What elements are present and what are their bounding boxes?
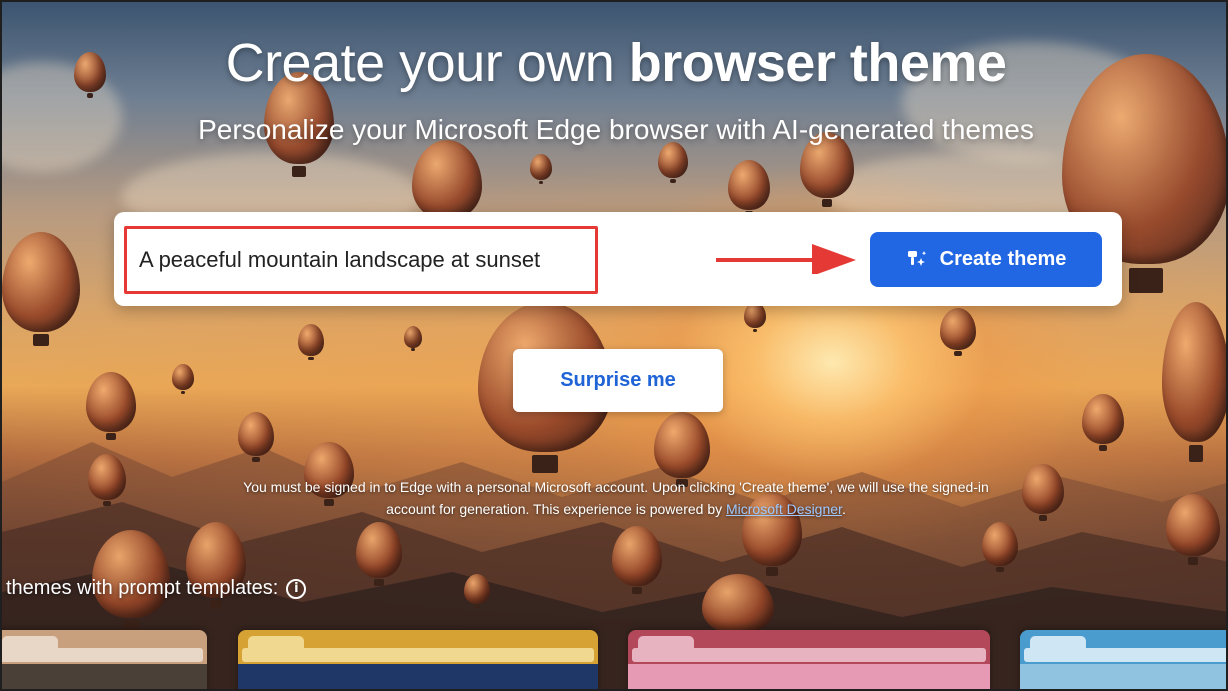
template-card-image xyxy=(238,664,598,689)
template-card-image xyxy=(1020,664,1226,689)
templates-heading-text: themes with prompt templates: xyxy=(6,577,279,599)
template-card-address-bar xyxy=(632,648,986,662)
template-card-address-bar xyxy=(242,648,594,662)
template-card-4[interactable] xyxy=(1020,630,1226,689)
template-card-image xyxy=(628,664,990,689)
disclaimer-suffix: . xyxy=(841,501,846,517)
title-bold-text: browser theme xyxy=(628,33,1007,93)
sign-in-disclaimer: You must be signed in to Edge with a per… xyxy=(232,476,1000,520)
template-card-image xyxy=(2,664,207,689)
template-card-address-bar xyxy=(1024,648,1226,662)
theme-prompt-input[interactable]: A peaceful mountain landscape at sunset xyxy=(124,226,598,294)
microsoft-designer-link[interactable]: Microsoft Designer xyxy=(726,501,842,517)
page-subtitle: Personalize your Microsoft Edge browser … xyxy=(198,114,1034,145)
create-theme-button[interactable]: Create theme xyxy=(870,232,1102,287)
title-regular-text: Create your own xyxy=(225,33,629,93)
template-card-2[interactable] xyxy=(238,630,598,689)
template-card-1[interactable] xyxy=(2,630,207,689)
surprise-me-button[interactable]: Surprise me xyxy=(513,349,723,412)
page-title: Create your own browser theme xyxy=(2,32,1226,94)
templates-heading: themes with prompt templates: i xyxy=(6,577,307,600)
prompt-card: A peaceful mountain landscape at sunset … xyxy=(114,212,1122,306)
disclaimer-text: You must be signed in to Edge with a per… xyxy=(243,479,989,517)
red-arrow-annotation xyxy=(716,244,856,274)
info-icon[interactable]: i xyxy=(286,578,307,599)
create-theme-label: Create theme xyxy=(939,248,1067,270)
template-card-address-bar xyxy=(2,648,203,662)
sparkle-brush-icon xyxy=(906,249,928,271)
template-card-3[interactable] xyxy=(628,630,990,689)
page-frame: Create your own browser theme Personaliz… xyxy=(0,0,1228,691)
